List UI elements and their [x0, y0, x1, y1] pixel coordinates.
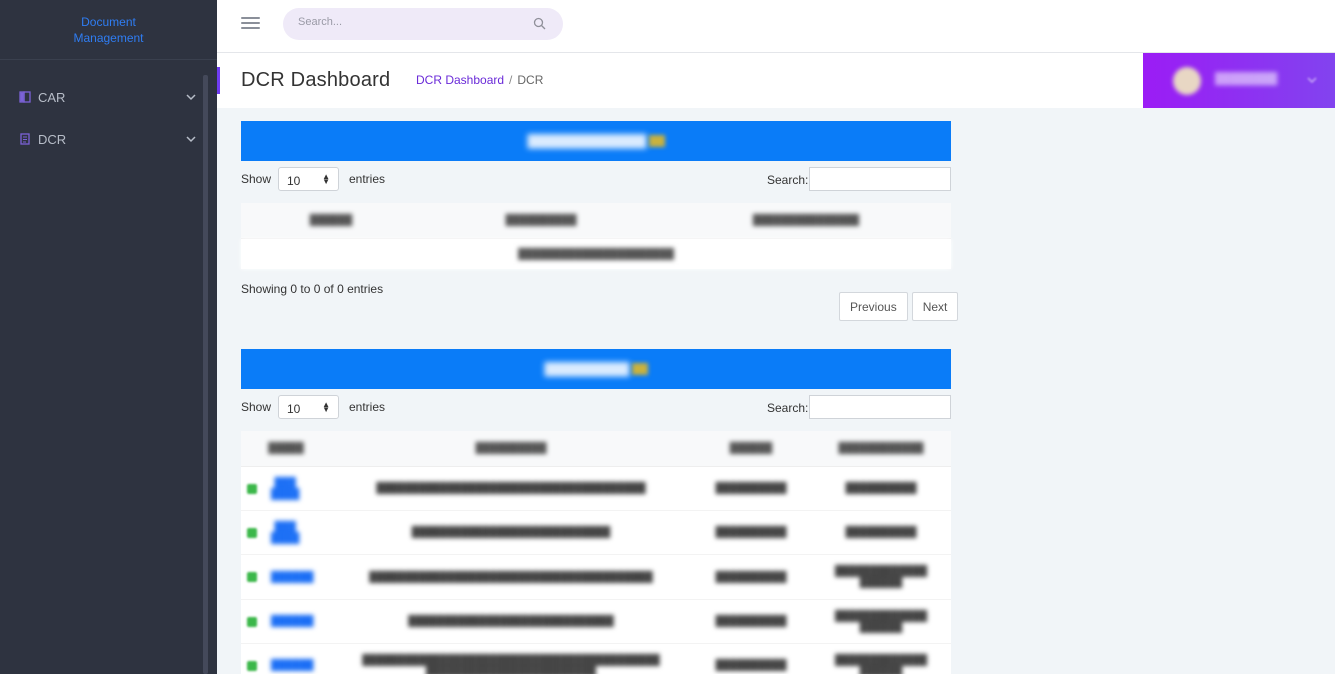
pagination: Previous Next — [839, 292, 959, 321]
cell-redacted: ██████████ — [845, 483, 917, 494]
user-name-redacted: ████████ — [1215, 73, 1278, 85]
length-select[interactable]: 10 ▲ ▼ — [278, 395, 339, 419]
length-select-value: 10 — [287, 402, 301, 416]
table-header: █████ ██████████ ██████ ████████████ — [241, 431, 951, 467]
row-id-cell: ███ ████ — [241, 522, 331, 544]
status-dot — [247, 616, 257, 627]
cell-redacted: ██████████ — [715, 616, 787, 627]
sidebar-item-car[interactable]: CAR — [0, 85, 205, 109]
table-search-input[interactable] — [809, 167, 951, 191]
status-dot — [247, 572, 257, 582]
column-header-redacted[interactable]: ███████████████ — [661, 203, 951, 238]
previous-button[interactable]: Previous — [839, 292, 908, 321]
cell-redacted: ██████████ — [715, 527, 787, 538]
length-label: Show — [241, 172, 272, 186]
breadcrumb-separator: / — [509, 73, 513, 87]
column-header-redacted[interactable]: ████████████ — [811, 431, 951, 466]
column-header-redacted[interactable]: ██████ — [691, 431, 811, 466]
table-row[interactable]: ██████ █████████████████████████████ ███… — [241, 600, 951, 644]
sidebar: Document Management CAR DCR — [0, 0, 217, 674]
chevron-down-icon — [186, 94, 196, 101]
cell-redacted: ████████████████████████████████████████ — [369, 571, 653, 583]
table-row[interactable]: ███ ████ ████████████████████████████████… — [241, 467, 951, 511]
cell-redacted: ██████████████████████████████████████ — [376, 483, 646, 494]
search-icon[interactable] — [533, 17, 546, 30]
row-id-cell: ██████ — [241, 660, 331, 671]
row-id-cell: ███ ████ — [241, 478, 331, 500]
row-link-redacted[interactable]: ██████ — [265, 616, 320, 627]
sort-arrows-icon: ▲ ▼ — [322, 172, 330, 186]
panel-header-redacted: ██████████ — [241, 349, 951, 389]
cell-redacted: ██████████ — [715, 483, 787, 494]
cell-redacted: ██████████ — [715, 571, 787, 583]
table-search-label: Search: — [767, 173, 809, 187]
sidebar-item-label: CAR — [38, 89, 66, 105]
breadcrumb: DCR Dashboard / DCR — [416, 73, 543, 87]
cell-redacted: █████████████ ██████ — [834, 610, 928, 633]
row-id-cell: ██████ — [241, 572, 331, 583]
hamburger-menu-icon[interactable] — [241, 17, 260, 31]
table-row[interactable]: ██████ █████████████████████████████████… — [241, 644, 951, 674]
status-dot — [247, 660, 257, 671]
sort-arrows-icon: ▲ ▼ — [322, 400, 330, 414]
brand[interactable]: Document Management — [0, 0, 217, 60]
table-search-input[interactable] — [809, 395, 951, 419]
length-select[interactable]: 10 ▲ ▼ — [278, 167, 339, 191]
book-icon — [19, 91, 31, 103]
next-button[interactable]: Next — [911, 292, 959, 321]
chevron-down-icon — [1307, 77, 1317, 84]
panel-header-redacted: ██████████████ — [241, 121, 951, 161]
table-info: Showing 0 to 0 of 0 entries — [241, 282, 384, 296]
search-input[interactable] — [298, 16, 518, 28]
cell-redacted: ████████████████████████████ — [411, 527, 611, 538]
user-menu[interactable]: ████████ — [1143, 53, 1335, 108]
length-label: Show — [241, 400, 272, 414]
cell-redacted: █████████████ ██████ — [834, 566, 928, 588]
data-table: ██████ ██████████ ███████████████ ██████… — [241, 203, 951, 269]
row-link-redacted[interactable]: ██████ — [265, 660, 320, 671]
column-header-redacted[interactable]: ██████ — [241, 203, 421, 238]
entries-label: entries — [349, 172, 386, 186]
table-search-label: Search: — [767, 401, 809, 415]
panel-pending-approval: ██████████████ Show 10 ▲ ▼ entries Search:… — [241, 121, 959, 321]
breadcrumb-link[interactable]: DCR Dashboard — [416, 73, 504, 87]
cell-redacted: █████████████████████████████ — [408, 616, 614, 627]
empty-table-row-redacted: ██████████████████████ — [241, 239, 951, 269]
length-select-value: 10 — [287, 174, 301, 188]
row-link-redacted[interactable]: ███ ████ — [265, 522, 305, 544]
brand-name: Document Management — [73, 14, 144, 45]
column-header-redacted[interactable]: ██████████ — [331, 431, 691, 466]
row-link-redacted[interactable]: ███ ████ — [265, 478, 305, 500]
sidebar-item-dcr[interactable]: DCR — [0, 127, 205, 151]
column-header-redacted[interactable]: █████ — [241, 431, 331, 466]
column-header-redacted[interactable]: ██████████ — [421, 203, 661, 238]
data-table: █████ ██████████ ██████ ████████████ ███… — [241, 431, 951, 674]
page-header: DCR Dashboard DCR Dashboard / DCR — [217, 53, 1143, 108]
row-id-cell: ██████ — [241, 616, 331, 627]
chevron-down-icon — [186, 136, 196, 143]
header-accent-bar — [217, 67, 220, 94]
sidebar-item-label: DCR — [38, 131, 67, 147]
topbar — [217, 0, 1335, 53]
table-row[interactable]: ███ ████ ████████████████████████████ ███… — [241, 511, 951, 555]
table-row[interactable]: ██████ █████████████████████████████████… — [241, 555, 951, 600]
table-header: ██████ ██████████ ███████████████ — [241, 203, 951, 239]
entries-label: entries — [349, 400, 386, 414]
avatar — [1173, 67, 1201, 95]
status-dot — [247, 527, 257, 538]
cell-redacted: █████████████ ██████ — [834, 654, 928, 674]
table-controls: Show 10 ▲ ▼ entries Search: — [241, 389, 951, 431]
breadcrumb-current: DCR — [517, 73, 544, 87]
table-controls: Show 10 ▲ ▼ entries Search: — [241, 161, 951, 203]
panel-pending-dcr: ██████████ Show 10 ▲ ▼ entries Search: ███… — [241, 349, 951, 674]
status-dot — [247, 483, 257, 494]
cell-redacted: ██████████ — [715, 660, 787, 671]
row-link-redacted[interactable]: ██████ — [265, 572, 320, 583]
document-icon — [20, 133, 30, 145]
cell-redacted: ████████████████████████████████████████… — [362, 654, 660, 674]
global-search — [283, 8, 563, 40]
sidebar-scrollbar[interactable] — [203, 75, 208, 674]
page-title: DCR Dashboard — [241, 69, 391, 91]
cell-redacted: ██████████ — [845, 527, 917, 538]
